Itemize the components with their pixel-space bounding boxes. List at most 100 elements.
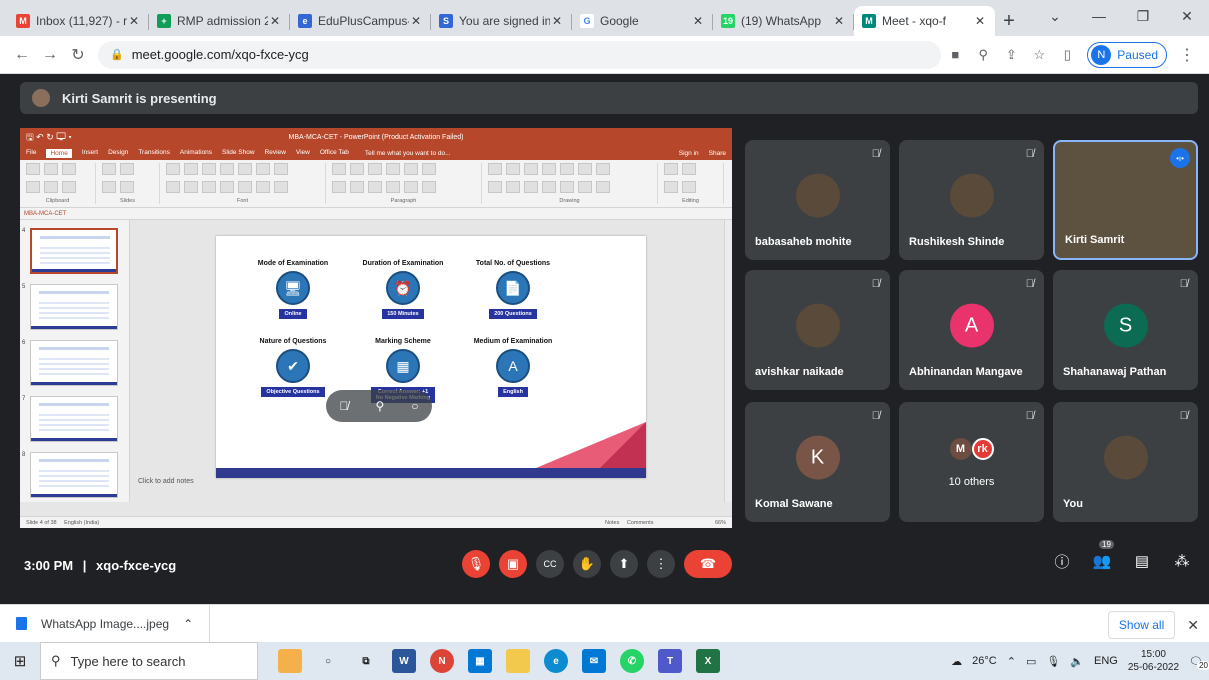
windows-start-button[interactable]: ⊞ — [0, 642, 40, 680]
ribbon-command-icon[interactable] — [578, 180, 592, 193]
close-tab-icon[interactable]: ✕ — [268, 14, 282, 28]
close-tab-icon[interactable]: ✕ — [550, 14, 564, 28]
ribbon-command-icon[interactable] — [120, 180, 134, 193]
battery-icon[interactable]: ▭ — [1026, 655, 1036, 668]
browser-tab[interactable]: 19 (19) WhatsApp ✕ — [713, 6, 854, 36]
ribbon-command-icon[interactable] — [102, 163, 116, 175]
ribbon-command-icon[interactable] — [524, 180, 538, 193]
ribbon-tab[interactable]: Transitions — [138, 149, 170, 158]
people-button[interactable]: 👥 19 — [1091, 540, 1114, 572]
ribbon-command-icon[interactable] — [274, 180, 288, 193]
ribbon-command-icon[interactable] — [202, 163, 216, 175]
close-tab-icon[interactable]: ✕ — [973, 14, 987, 28]
ribbon-command-icon[interactable] — [682, 180, 696, 193]
ribbon-command-icon[interactable] — [664, 163, 678, 175]
task-view-icon[interactable]: ⧉ — [354, 649, 378, 673]
slide-thumbnail[interactable] — [30, 452, 118, 498]
browser-tab[interactable]: e EduPlusCampus- ✕ — [290, 6, 431, 36]
forward-button[interactable]: → — [36, 41, 64, 69]
edge-icon[interactable]: e — [544, 649, 568, 673]
close-icon[interactable]: ✕ — [1187, 617, 1199, 634]
meeting-info-button[interactable]: ⓘ — [1051, 550, 1073, 572]
side-panel-icon[interactable]: ▯ — [1053, 41, 1081, 69]
browser-tab[interactable]: + RMP admission 2 ✕ — [149, 6, 290, 36]
participant-tile[interactable]: 🎙̸ avishkar naikade — [745, 270, 890, 390]
participant-tile[interactable]: 🎙̸ babasaheb mohite — [745, 140, 890, 260]
ribbon-command-icon[interactable] — [506, 163, 520, 175]
participant-tile[interactable]: Mrk 🎙̸ 10 others — [899, 402, 1044, 522]
participant-tile[interactable]: S 🎙̸ Shahanawaj Pathan — [1053, 270, 1198, 390]
ribbon-command-icon[interactable] — [578, 163, 592, 175]
ribbon-command-icon[interactable] — [26, 180, 40, 193]
chevron-up-icon[interactable]: ⌃ — [183, 617, 193, 631]
activities-button[interactable]: ⁂ — [1171, 550, 1193, 572]
tell-me-box[interactable]: Tell me what you want to do... — [365, 150, 451, 157]
ribbon-command-icon[interactable] — [524, 163, 538, 175]
ribbon-command-icon[interactable] — [542, 163, 556, 175]
participant-tile[interactable]: A 🎙̸ Abhinandan Mangave — [899, 270, 1044, 390]
zoom-level[interactable]: 66% — [715, 520, 726, 526]
ribbon-command-icon[interactable] — [166, 180, 180, 193]
mic-off-icon[interactable]: 🎙̸ — [339, 399, 348, 413]
volume-icon[interactable]: 🔈 — [1070, 655, 1084, 668]
camera-toggle-button[interactable]: ▣ — [499, 550, 527, 578]
ribbon-tab[interactable]: File — [26, 149, 36, 158]
word-icon[interactable]: W — [392, 649, 416, 673]
zoom-icon[interactable]: ⚲ — [969, 41, 997, 69]
show-all-button[interactable]: Show all — [1107, 611, 1176, 639]
tab-search-icon[interactable]: ⌄ — [1033, 0, 1077, 32]
ribbon-command-icon[interactable] — [404, 163, 418, 175]
close-tab-icon[interactable]: ✕ — [691, 14, 705, 28]
ppt-share-button[interactable]: Share — [709, 150, 726, 157]
current-slide[interactable]: Mode of Examination 🖥 Online Duration of Ex… — [216, 236, 646, 478]
ribbon-command-icon[interactable] — [488, 163, 502, 175]
browser-tab[interactable]: G Google ✕ — [572, 6, 713, 36]
temperature[interactable]: 26°C — [972, 655, 997, 667]
ribbon-tab[interactable]: Insert — [82, 149, 98, 158]
ribbon-tab[interactable]: View — [296, 149, 310, 158]
more-icon[interactable]: ○ — [411, 399, 418, 413]
ribbon-command-icon[interactable] — [332, 180, 346, 193]
comments-toggle[interactable]: Comments — [627, 520, 654, 526]
mail-icon[interactable]: ✉ — [582, 649, 606, 673]
ribbon-command-icon[interactable] — [560, 180, 574, 193]
ribbon-command-icon[interactable] — [350, 163, 364, 175]
ribbon-command-icon[interactable] — [368, 163, 382, 175]
slide-thumbnail[interactable] — [30, 284, 118, 330]
ribbon-tab[interactable]: Animations — [180, 149, 212, 158]
reload-button[interactable]: ↻ — [64, 41, 92, 69]
participant-tile[interactable]: 🎙̸ Rushikesh Shinde — [899, 140, 1044, 260]
chevron-up-icon[interactable]: ⌃ — [1007, 655, 1016, 668]
present-button[interactable]: ⬆ — [610, 550, 638, 578]
mic-icon[interactable]: 🎙 — [1046, 655, 1060, 668]
maximize-button[interactable]: ❐ — [1121, 0, 1165, 32]
close-tab-icon[interactable]: ✕ — [409, 14, 423, 28]
ribbon-command-icon[interactable] — [274, 163, 288, 175]
back-button[interactable]: ← — [8, 41, 36, 69]
download-item[interactable]: WhatsApp Image....jpeg ⌃ — [0, 604, 211, 643]
slide-scrollbar[interactable] — [724, 220, 732, 502]
participant-tile[interactable]: K 🎙̸ Komal Sawane — [745, 402, 890, 522]
minimize-button[interactable]: — — [1077, 0, 1121, 32]
ribbon-command-icon[interactable] — [184, 180, 198, 193]
slide-thumbnail[interactable] — [30, 228, 118, 274]
ribbon-command-icon[interactable] — [506, 180, 520, 193]
language-indicator[interactable]: ENG — [1094, 655, 1118, 667]
chat-button[interactable]: ▤ — [1131, 550, 1153, 572]
ribbon-tab[interactable]: Review — [265, 149, 286, 158]
bookmark-star-icon[interactable]: ☆ — [1025, 41, 1053, 69]
ribbon-command-icon[interactable] — [166, 163, 180, 175]
document-tab[interactable]: MBA-MCA-CET — [20, 208, 732, 220]
ribbon-command-icon[interactable] — [542, 180, 556, 193]
ribbon-command-icon[interactable] — [62, 180, 76, 193]
ribbon-command-icon[interactable] — [102, 180, 116, 193]
file-explorer-icon[interactable] — [506, 649, 530, 673]
share-icon[interactable]: ⇪ — [997, 41, 1025, 69]
ribbon-tab[interactable]: Home — [46, 148, 72, 158]
captions-button[interactable]: CC — [536, 550, 564, 578]
ribbon-command-icon[interactable] — [386, 180, 400, 193]
ribbon-command-icon[interactable] — [422, 163, 436, 175]
ribbon-command-icon[interactable] — [238, 180, 252, 193]
close-tab-icon[interactable]: ✕ — [832, 14, 846, 28]
ribbon-command-icon[interactable] — [368, 180, 382, 193]
